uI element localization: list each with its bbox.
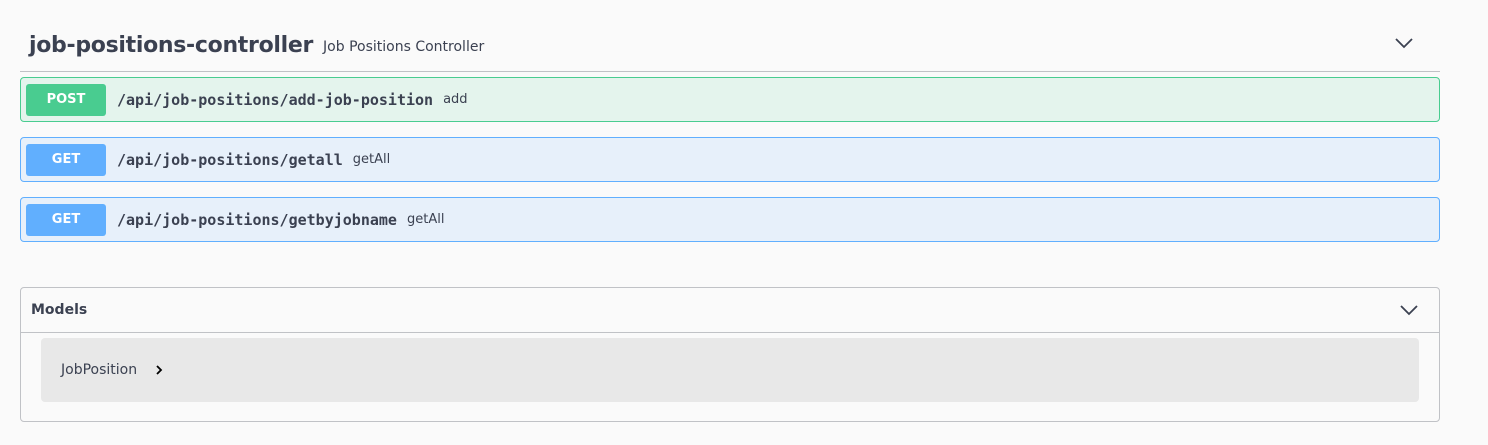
chevron-down-icon[interactable] <box>1399 300 1419 320</box>
operation-add-job-position[interactable]: POST /api/job-positions/add-job-position… <box>20 77 1440 122</box>
operation-summary: getAll <box>352 152 391 167</box>
operation-path: /api/job-positions/getbyjobname <box>117 210 397 229</box>
chevron-right-icon[interactable] <box>153 364 165 376</box>
operation-summary: add <box>443 92 468 107</box>
model-item-jobposition[interactable]: JobPosition <box>41 338 1419 402</box>
model-name[interactable]: JobPosition <box>61 362 137 378</box>
controller-description: Job Positions Controller <box>323 38 485 55</box>
controller-header[interactable]: job-positions-controller Job Positions C… <box>20 20 1440 72</box>
operation-summary: getAll <box>406 212 445 227</box>
models-section: Models JobPosition <box>20 287 1440 422</box>
operation-getall[interactable]: GET /api/job-positions/getall getAll <box>20 137 1440 182</box>
operation-getbyjobname[interactable]: GET /api/job-positions/getbyjobname getA… <box>20 197 1440 242</box>
method-badge: GET <box>26 143 106 176</box>
operation-path: /api/job-positions/add-job-position <box>117 90 434 109</box>
models-header[interactable]: Models <box>21 288 1439 333</box>
models-title: Models <box>31 302 88 318</box>
chevron-down-icon[interactable] <box>1394 33 1414 53</box>
method-badge: POST <box>26 83 106 116</box>
operation-path: /api/job-positions/getall <box>117 150 343 169</box>
controller-name[interactable]: job-positions-controller <box>29 33 313 58</box>
method-badge: GET <box>26 203 106 236</box>
